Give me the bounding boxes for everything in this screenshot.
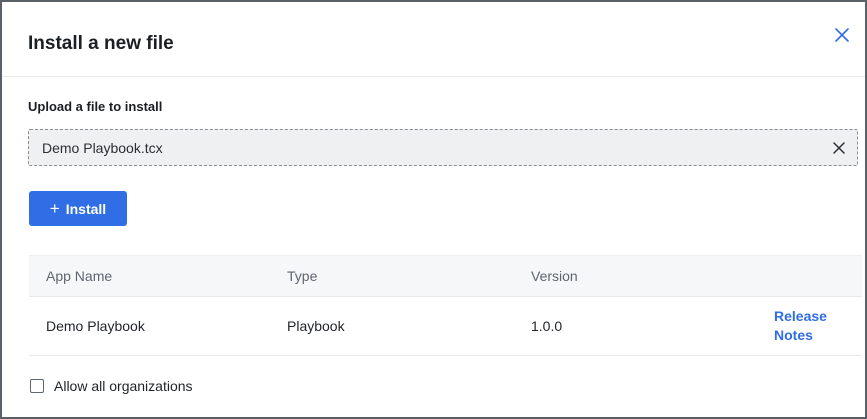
file-upload-field[interactable]: Demo Playbook.tcx <box>28 129 858 166</box>
clear-icon[interactable] <box>831 140 847 156</box>
dialog-title: Install a new file <box>28 33 174 54</box>
table-header: App Name Type Version <box>29 255 862 297</box>
allow-all-organizations-checkbox[interactable] <box>30 379 44 393</box>
install-button-label: Install <box>65 200 107 217</box>
file-name: Demo Playbook.tcx <box>42 140 163 156</box>
close-icon[interactable] <box>831 24 853 46</box>
allow-all-organizations-label[interactable]: Allow all organizations <box>54 378 193 394</box>
column-header-type: Type <box>287 268 318 284</box>
plus-icon: + <box>49 199 60 218</box>
cell-version: 1.0.0 <box>531 318 563 334</box>
release-notes-link[interactable]: Release Notes <box>774 307 844 345</box>
install-button[interactable]: + Install <box>29 191 127 226</box>
upload-label: Upload a file to install <box>28 99 163 114</box>
column-header-app-name: App Name <box>46 268 113 284</box>
install-dialog: Install a new file Upload a file to inst… <box>0 0 867 419</box>
cell-type: Playbook <box>287 318 345 334</box>
cell-app-name: Demo Playbook <box>46 318 145 334</box>
apps-table: App Name Type Version Demo Playbook Play… <box>29 255 862 356</box>
dialog-header: Install a new file <box>2 2 865 77</box>
column-header-version: Version <box>531 268 578 284</box>
table-row: Demo Playbook Playbook 1.0.0 Release Not… <box>29 297 862 356</box>
allow-all-organizations-row[interactable]: Allow all organizations <box>30 378 193 394</box>
